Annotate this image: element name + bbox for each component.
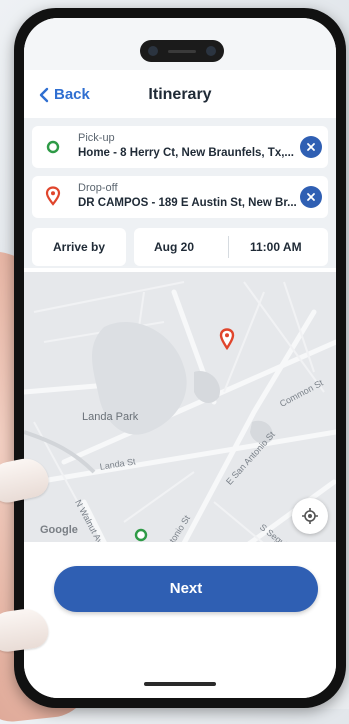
pickup-field[interactable]: Pick-up Home - 8 Herry Ct, New Braunfels… bbox=[32, 126, 328, 168]
speaker bbox=[168, 50, 196, 53]
date-value: Aug 20 bbox=[154, 240, 195, 254]
arrive-by-selector[interactable]: Arrive by bbox=[32, 228, 126, 266]
divider bbox=[228, 236, 229, 258]
bottom-bar: Next bbox=[24, 542, 336, 698]
dropoff-marker-icon[interactable] bbox=[219, 328, 235, 350]
map-view[interactable]: Landa Park Landa St Common St E San Anto… bbox=[24, 272, 336, 569]
close-icon bbox=[307, 143, 315, 151]
map-label-park: Landa Park bbox=[82, 411, 139, 423]
front-camera-icon bbox=[148, 46, 158, 56]
next-button[interactable]: Next bbox=[54, 566, 318, 612]
pickup-marker-icon[interactable] bbox=[134, 528, 148, 542]
clear-pickup-button[interactable] bbox=[300, 136, 322, 158]
locate-icon bbox=[302, 508, 318, 524]
front-camera-icon bbox=[206, 46, 216, 56]
dropoff-field[interactable]: Drop-off DR CAMPOS - 189 E Austin St, Ne… bbox=[32, 176, 328, 218]
clear-dropoff-button[interactable] bbox=[300, 186, 322, 208]
page-title: Itinerary bbox=[148, 86, 212, 103]
pickup-label: Pick-up bbox=[78, 132, 115, 144]
dropoff-address: DR CAMPOS - 189 E Austin St, New Br... bbox=[78, 197, 297, 209]
map-attribution: Google bbox=[40, 524, 78, 536]
itinerary-panel: Pick-up Home - 8 Herry Ct, New Braunfels… bbox=[24, 118, 336, 268]
dropoff-label: Drop-off bbox=[78, 182, 118, 194]
arrive-by-label: Arrive by bbox=[52, 240, 106, 254]
app-screen: Back Itinerary Pick-up Home - 8 Herry Ct… bbox=[24, 18, 336, 698]
pickup-circle-icon bbox=[46, 140, 60, 154]
dropoff-pin-icon bbox=[45, 186, 61, 206]
date-time-selector[interactable]: Aug 20 11:00 AM bbox=[134, 228, 328, 266]
notch bbox=[140, 40, 224, 62]
status-area bbox=[24, 18, 336, 70]
home-indicator bbox=[144, 682, 216, 686]
phone-frame: Back Itinerary Pick-up Home - 8 Herry Ct… bbox=[14, 8, 346, 708]
pickup-address: Home - 8 Herry Ct, New Braunfels, Tx,... bbox=[78, 147, 295, 159]
close-icon bbox=[307, 193, 315, 201]
nav-header: Back Itinerary bbox=[24, 76, 336, 116]
time-value: 11:00 AM bbox=[250, 240, 302, 254]
locate-button[interactable] bbox=[292, 498, 328, 534]
